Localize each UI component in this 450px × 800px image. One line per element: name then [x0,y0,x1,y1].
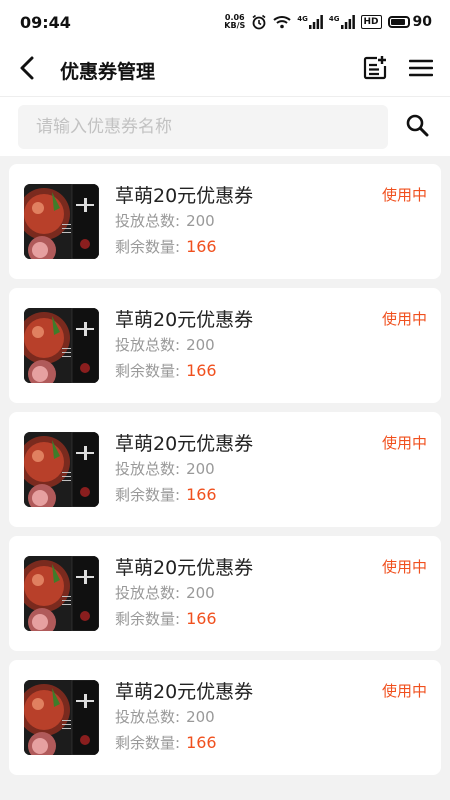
status-bar: 09:44 0.06 KB/S 4G 4G HD 90 [0,0,450,44]
hd-icon: HD [360,15,382,29]
battery-level: 90 [412,14,432,30]
signal-icon: 4G [329,15,355,29]
coupon-name: 草萌20元优惠券 [115,309,254,331]
coupon-remaining-row: 剩余数量: 166 [115,606,253,632]
coupon-remaining-row: 剩余数量: 166 [115,234,253,260]
coupon-info: 草萌20元优惠券 投放总数: 200 剩余数量: 166 [115,555,253,632]
status-badge: 使用中 [381,310,427,328]
back-icon [17,55,39,85]
coupon-thumbnail [24,556,99,631]
search-icon [405,113,429,141]
coupon-list: 草萌20元优惠券 投放总数: 200 剩余数量: 166 使用中 草萌20元优惠… [9,164,441,775]
coupon-name: 草萌20元优惠券 [115,185,254,207]
coupon-remaining: 166 [186,237,217,256]
coupon-total: 200 [186,212,215,230]
status-icons: 0.06 KB/S 4G 4G HD 90 [224,14,432,31]
coupon-card[interactable]: 草萌20元优惠券 投放总数: 200 剩余数量: 166 使用中 [9,288,441,403]
total-label: 投放总数: [115,336,181,354]
nav-bar: 优惠券管理 [0,44,450,96]
search-bar [0,96,450,156]
coupon-info: 草萌20元优惠券 投放总数: 200 剩余数量: 166 [115,679,253,756]
signal-label: 4G [328,15,340,23]
remaining-label: 剩余数量: [115,610,181,628]
coupon-total-row: 投放总数: 200 [115,209,253,234]
menu-button[interactable] [398,44,444,96]
coupon-total: 200 [186,708,215,726]
coupon-thumbnail [24,680,99,755]
status-badge: 使用中 [381,558,427,576]
battery-body [387,16,410,28]
signal-icon: 4G [297,15,323,29]
remaining-label: 剩余数量: [115,362,181,380]
remaining-label: 剩余数量: [115,238,181,256]
signal-label: 4G [297,15,308,23]
coupon-name: 草萌20元优惠券 [115,433,254,455]
coupon-remaining: 166 [186,609,217,628]
search-button[interactable] [402,112,432,142]
coupon-thumbnail [24,308,99,383]
coupon-card[interactable]: 草萌20元优惠券 投放总数: 200 剩余数量: 166 使用中 [9,164,441,279]
coupon-thumbnail [24,184,99,259]
status-badge: 使用中 [381,682,427,700]
battery-fill [390,19,405,25]
coupon-thumbnail [24,432,99,507]
remaining-label: 剩余数量: [115,734,181,752]
alarm-icon [251,14,267,30]
coupon-remaining-row: 剩余数量: 166 [115,730,253,756]
coupon-total-row: 投放总数: 200 [115,581,253,606]
net-speed-unit: KB/S [224,21,246,30]
page-title: 优惠券管理 [60,60,156,83]
coupon-name: 草萌20元优惠券 [115,681,254,703]
coupon-remaining: 166 [186,733,217,752]
battery-icon: 90 [387,14,432,30]
add-note-icon [362,55,388,85]
coupon-info: 草萌20元优惠券 投放总数: 200 剩余数量: 166 [115,183,253,260]
coupon-card[interactable]: 草萌20元优惠券 投放总数: 200 剩余数量: 166 使用中 [9,660,441,775]
coupon-remaining: 166 [186,361,217,380]
coupon-total: 200 [186,460,215,478]
coupon-total: 200 [186,336,215,354]
coupon-info: 草萌20元优惠券 投放总数: 200 剩余数量: 166 [115,431,253,508]
coupon-remaining: 166 [186,485,217,504]
back-button[interactable] [0,44,56,96]
total-label: 投放总数: [115,584,181,602]
remaining-label: 剩余数量: [115,486,181,504]
coupon-total: 200 [186,584,215,602]
total-label: 投放总数: [115,212,181,230]
coupon-total-row: 投放总数: 200 [115,333,253,358]
status-badge: 使用中 [381,434,427,452]
coupon-card[interactable]: 草萌20元优惠券 投放总数: 200 剩余数量: 166 使用中 [9,536,441,651]
search-input[interactable] [18,104,389,149]
coupon-remaining-row: 剩余数量: 166 [115,358,253,384]
status-badge: 使用中 [381,186,427,204]
coupon-name: 草萌20元优惠券 [115,557,254,579]
coupon-info: 草萌20元优惠券 投放总数: 200 剩余数量: 166 [115,307,253,384]
menu-icon [408,58,434,82]
total-label: 投放总数: [115,708,181,726]
add-coupon-button[interactable] [352,44,398,96]
status-time: 09:44 [20,12,71,32]
coupon-card[interactable]: 草萌20元优惠券 投放总数: 200 剩余数量: 166 使用中 [9,412,441,527]
total-label: 投放总数: [115,460,181,478]
wifi-icon [273,15,291,29]
net-speed: 0.06 KB/S [224,14,245,30]
coupon-total-row: 投放总数: 200 [115,457,253,482]
coupon-total-row: 投放总数: 200 [115,705,253,730]
coupon-remaining-row: 剩余数量: 166 [115,482,253,508]
